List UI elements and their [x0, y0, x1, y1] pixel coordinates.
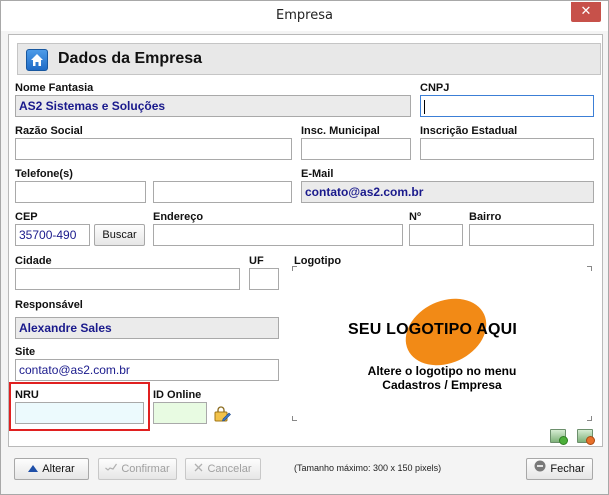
cidade-label: Cidade: [15, 255, 52, 267]
email-field[interactable]: contato@as2.com.br: [301, 181, 594, 203]
insc-municipal-label: Insc. Municipal: [301, 125, 380, 137]
uf-label: UF: [249, 255, 264, 267]
section-title: Dados da Empresa: [58, 50, 203, 67]
endereco-field[interactable]: [153, 224, 403, 246]
buscar-cep-button[interactable]: Buscar: [94, 224, 145, 246]
close-circle-icon: [534, 459, 546, 479]
telefones-label: Telefone(s): [15, 168, 73, 180]
razao-social-field[interactable]: [15, 138, 292, 160]
telefone-2-field[interactable]: [153, 181, 292, 203]
cancelar-button[interactable]: Cancelar: [185, 458, 261, 480]
bairro-label: Bairro: [469, 211, 502, 223]
close-button[interactable]: ✕: [571, 2, 601, 22]
check-icon: [105, 459, 118, 479]
razao-social-label: Razão Social: [15, 125, 83, 137]
nome-fantasia-field[interactable]: AS2 Sistemas e Soluções: [15, 95, 411, 117]
nru-highlight-frame: [9, 382, 150, 431]
telefone-1-field[interactable]: [15, 181, 146, 203]
cep-field[interactable]: 35700-490: [15, 224, 90, 246]
numero-field[interactable]: [409, 224, 463, 246]
site-label: Site: [15, 346, 36, 358]
x-icon: [194, 459, 203, 479]
alterar-button[interactable]: Alterar: [14, 458, 89, 480]
lock-edit-icon[interactable]: [214, 406, 231, 422]
insc-municipal-field[interactable]: [301, 138, 411, 160]
inscricao-estadual-label: Inscrição Estadual: [420, 125, 518, 137]
responsavel-field[interactable]: Alexandre Sales: [15, 317, 279, 339]
cep-label: CEP: [15, 211, 38, 223]
logo-preview[interactable]: SEU LOGOTIPO AQUI Altere o logotipo no m…: [292, 266, 592, 421]
logo-placeholder-text: SEU LOGOTIPO AQUI: [348, 321, 518, 338]
text-caret: [424, 99, 425, 114]
add-image-icon[interactable]: [550, 429, 568, 445]
id-online-field[interactable]: [153, 402, 207, 424]
cnpj-label: CNPJ: [420, 82, 450, 94]
cidade-field[interactable]: [15, 268, 240, 290]
nome-fantasia-label: Nome Fantasia: [15, 82, 94, 94]
section-header: Dados da Empresa: [17, 43, 601, 75]
title-bar: Empresa ✕: [1, 1, 608, 31]
logo-hint-line-1: Altere o logotipo no menu: [367, 364, 517, 378]
email-label: E-Mail: [301, 168, 334, 180]
window-title: Empresa: [276, 8, 333, 23]
empresa-window: Empresa ✕ Dados da Empresa Nome Fantasia…: [0, 0, 609, 495]
endereco-label: Endereço: [153, 211, 204, 223]
logo-hint-line-2: Cadastros / Empresa: [382, 378, 502, 392]
home-icon: [26, 49, 48, 71]
arrow-up-icon: [28, 459, 39, 479]
bairro-field[interactable]: [469, 224, 594, 246]
inscricao-estadual-field[interactable]: [420, 138, 594, 160]
confirmar-button[interactable]: Confirmar: [98, 458, 177, 480]
footer-toolbar: Alterar Confirmar Cancelar Fechar: [8, 451, 603, 489]
remove-image-icon[interactable]: [577, 429, 595, 445]
id-online-label: ID Online: [153, 389, 202, 401]
cnpj-field[interactable]: [420, 95, 594, 117]
numero-label: Nº: [409, 211, 421, 223]
fechar-button[interactable]: Fechar: [526, 458, 593, 480]
site-field[interactable]: contato@as2.com.br: [15, 359, 279, 381]
uf-field[interactable]: [249, 268, 279, 290]
responsavel-label: Responsável: [15, 299, 83, 311]
